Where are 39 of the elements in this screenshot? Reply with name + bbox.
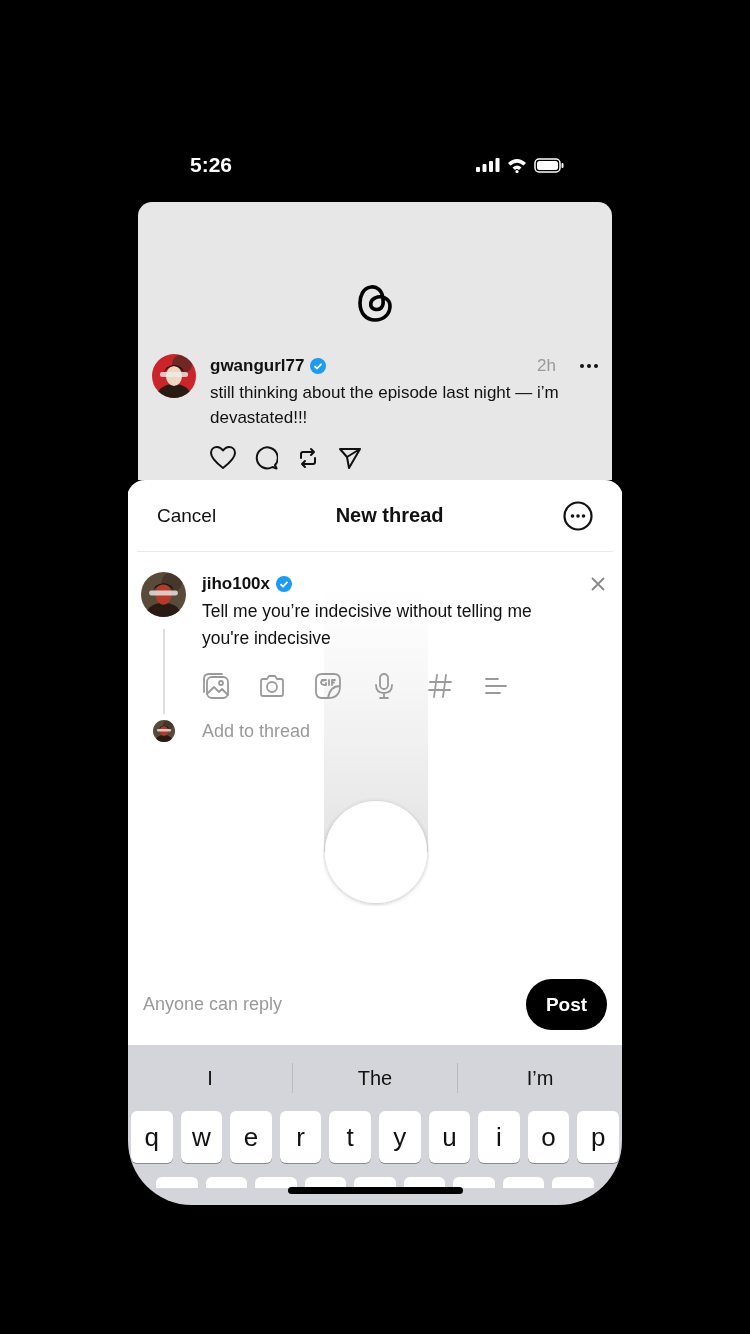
post-time: 2h	[537, 356, 556, 376]
status-time: 5:26	[190, 153, 233, 177]
post-button[interactable]: Post	[526, 979, 607, 1030]
hashtag-icon[interactable]	[426, 672, 454, 700]
suggestion[interactable]: The	[293, 1066, 457, 1090]
wifi-icon	[507, 157, 527, 173]
keyboard-key[interactable]: t	[329, 1111, 371, 1163]
battery-icon	[534, 157, 564, 173]
keyboard-key[interactable]	[304, 1177, 347, 1188]
keyboard-key[interactable]	[354, 1177, 396, 1188]
sheet-title: New thread	[335, 504, 444, 527]
signal-icon	[476, 158, 500, 172]
suggestion[interactable]: I’m	[458, 1066, 622, 1090]
keyboard-key[interactable]: e	[230, 1111, 272, 1163]
suggestion[interactable]: I	[128, 1066, 292, 1090]
gif-sticker-icon[interactable]	[314, 672, 342, 700]
keyboard-key[interactable]: r	[279, 1111, 322, 1163]
more-options-icon[interactable]	[563, 500, 593, 531]
thread-text[interactable]: Tell me you’re indecisive without telling me you're indecisive	[202, 598, 605, 652]
send-icon[interactable]	[338, 446, 362, 470]
post-text: still thinking about the episode last night — i’m devastated!!!	[210, 382, 560, 429]
keyboard-key[interactable]	[403, 1177, 446, 1188]
gallery-icon[interactable]	[202, 672, 230, 700]
add-to-thread-field[interactable]: Add to thread	[202, 720, 402, 742]
heart-icon[interactable]	[210, 446, 236, 470]
username[interactable]: gwangurl77	[210, 356, 305, 376]
comment-icon[interactable]	[254, 446, 278, 470]
more-icon[interactable]	[580, 364, 598, 368]
keyboard-key[interactable]: y	[379, 1111, 421, 1163]
keyboard-key[interactable]: w	[180, 1111, 223, 1163]
keyboard-key[interactable]: q	[131, 1111, 173, 1163]
close-icon[interactable]	[591, 577, 605, 591]
camera-icon[interactable]	[258, 672, 286, 700]
username: jiho100x	[202, 574, 271, 594]
keyboard-key[interactable]: p	[577, 1111, 619, 1163]
cancel-button[interactable]: Cancel	[157, 504, 217, 527]
keyboard-key[interactable]: i	[478, 1111, 520, 1163]
keyboard-key[interactable]: o	[527, 1111, 570, 1163]
keyboard-key[interactable]: u	[428, 1111, 471, 1163]
